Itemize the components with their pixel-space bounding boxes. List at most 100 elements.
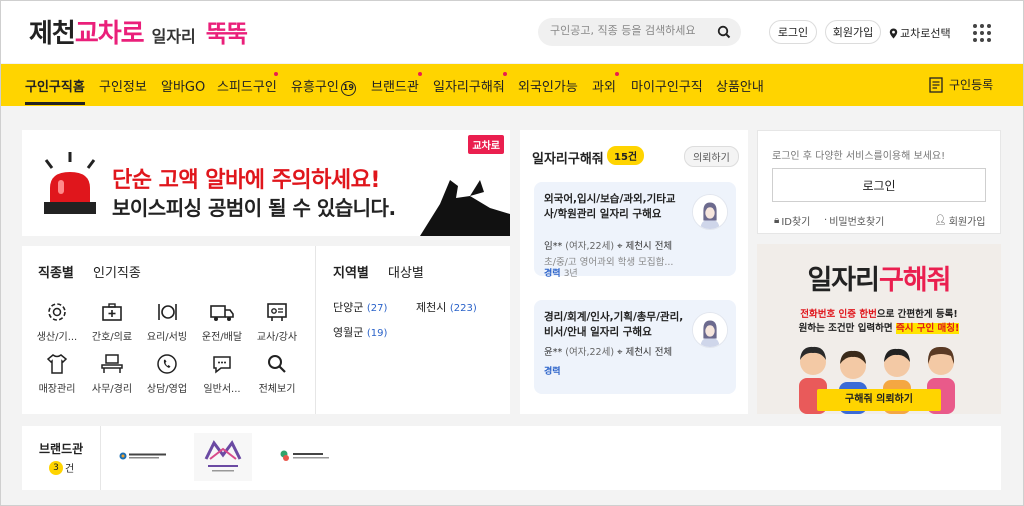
- nav-foreigner[interactable]: 외국인가능: [518, 76, 578, 95]
- brand-divider: [100, 426, 101, 490]
- shadow-figure-illustration: [420, 180, 510, 236]
- lock-icon: 🔒︎: [774, 215, 780, 226]
- nav-tutoring[interactable]: 과외: [592, 76, 616, 95]
- ad-subtitle-1: 전화번호 인증 한번으로 간편한게 등록!: [800, 309, 958, 320]
- logo-text-ttuk: 뚝뚝: [205, 20, 248, 48]
- seeker-card-meta: 임** (여자,22세) ⌖ 제천시 전체: [544, 241, 673, 252]
- category-label: 교사/강사: [256, 332, 298, 343]
- voice-phishing-banner[interactable]: 교차로 단순 고액 알바에 주의하세요! 보이스피싱 공범이 될 수 있습니다.: [22, 130, 510, 236]
- brand-logo-daemyung[interactable]: [118, 446, 168, 466]
- category-cooking[interactable]: 요리/서빙: [140, 298, 194, 343]
- category-office[interactable]: 사무/경리: [85, 350, 139, 395]
- login-message: 로그인 후 다양한 서비스를이용해 보세요!: [772, 151, 946, 162]
- category-medical[interactable]: 간호/의료: [85, 298, 139, 343]
- ad-subtitle-2: 원하는 조건만 입력하면 즉시 구인 매칭!: [798, 323, 960, 334]
- brand-logo-jecheon[interactable]: [278, 446, 332, 466]
- category-panel: 직종별 인기직종 생산/기... 간호/의료 요리/서빙 운전/배달 교사/강사…: [22, 246, 510, 414]
- location-pin-icon: ⌖: [617, 241, 623, 252]
- avatar: [692, 312, 728, 348]
- tab-by-region[interactable]: 지역별: [331, 262, 371, 281]
- tab-popular-jobs[interactable]: 인기직종: [93, 262, 141, 281]
- gear-icon: [48, 303, 66, 321]
- phone-chat-icon: [157, 354, 177, 374]
- category-production[interactable]: 생산/기...: [30, 298, 84, 343]
- brand-section: 브랜드관 3건: [22, 426, 1001, 490]
- banner-brand-tag: 교차로: [468, 135, 504, 154]
- shirt-icon: [46, 354, 68, 374]
- category-label: 간호/의료: [91, 332, 133, 343]
- truck-icon: [210, 305, 234, 321]
- category-view-all[interactable]: 전체보기: [250, 350, 304, 395]
- job-seekers-panel: 일자리구해줘 15건 의뢰하기 외국어,입시/보습/과외,기타교사/학원관리 일…: [520, 130, 748, 414]
- tab-by-target[interactable]: 대상별: [388, 262, 424, 281]
- chat-bubble-icon: [213, 356, 231, 374]
- job-register-label: 구인등록: [949, 78, 994, 92]
- office-desk-icon: [101, 354, 123, 373]
- new-dot: [274, 72, 278, 76]
- apps-grid-icon[interactable]: [973, 24, 991, 42]
- category-driving[interactable]: 운전/배달: [195, 298, 249, 343]
- nav-alba-go[interactable]: 알바GO: [161, 76, 205, 95]
- age-19-badge: 19: [340, 81, 356, 96]
- new-dot: [418, 72, 422, 76]
- category-store-management[interactable]: 매장관리: [30, 350, 84, 395]
- category-teacher[interactable]: 교사/강사: [250, 298, 304, 343]
- brand-logo-cheongpung[interactable]: [194, 433, 252, 481]
- seeker-card-experience: 경력 3년: [544, 269, 578, 279]
- panel-signup-link[interactable]: 👤︎ 회원가입: [934, 213, 986, 228]
- nav-my-page[interactable]: 마이구인구직: [631, 76, 703, 95]
- location-pin-icon: ⌖: [617, 347, 623, 358]
- nav-entertainment-hiring[interactable]: 유흥구인 19: [291, 76, 356, 96]
- find-me-job-ad[interactable]: 일자리구해줘 전화번호 인증 한번으로 간편한게 등록! 원하는 조건만 입력하…: [757, 244, 1001, 414]
- category-label: 일반서...: [203, 384, 241, 395]
- job-seekers-count-badge: 15건: [607, 146, 645, 165]
- seeker-card-meta: 윤** (여자,22세) ⌖ 제천시 전체: [544, 347, 673, 358]
- category-general-service[interactable]: 일반서...: [195, 350, 249, 395]
- nav-brand[interactable]: 브랜드관: [371, 76, 419, 95]
- job-seekers-title[interactable]: 일자리구해줘: [532, 148, 604, 167]
- category-sales[interactable]: 상담/영업: [140, 350, 194, 395]
- seeker-card[interactable]: 외국어,입시/보습/과외,기타교사/학원관리 일자리 구해요 임** (여자,2…: [534, 182, 736, 279]
- search-input[interactable]: [550, 24, 715, 37]
- region-link-danyang[interactable]: 단양군 (27): [333, 299, 387, 315]
- main-nav: 구인구직홈 구인정보 알바GO 스피드구인 유흥구인 19 브랜드관 일자리구해줘…: [1, 64, 1023, 106]
- region-link-yeongwol[interactable]: 영월군 (19): [333, 324, 387, 340]
- banner-headline: 단순 고액 알바에 주의하세요!: [112, 168, 380, 193]
- nav-home[interactable]: 구인구직홈: [25, 76, 85, 95]
- request-button[interactable]: 의뢰하기: [684, 146, 739, 167]
- panel-divider: [315, 246, 316, 414]
- login-button[interactable]: 로그인: [769, 20, 817, 44]
- tab-by-job-type[interactable]: 직종별: [36, 262, 76, 281]
- register-form-icon: [929, 76, 943, 93]
- nav-job-info[interactable]: 구인정보: [99, 76, 147, 95]
- seeker-card[interactable]: 경리/회계/인사,기획/총무/관리,비서/안내 일자리 구해요 윤** (여자,…: [534, 300, 736, 394]
- nav-products[interactable]: 상품안내: [716, 76, 764, 95]
- find-password-link[interactable]: · 비밀번호찾기: [824, 213, 884, 228]
- category-label: 운전/배달: [201, 332, 243, 343]
- person-icon: 👤︎: [934, 215, 947, 226]
- siren-icon: [44, 152, 96, 214]
- avatar: [692, 194, 728, 230]
- nav-speed-hiring[interactable]: 스피드구인: [217, 76, 277, 95]
- cheongpung-resort-logo-image: [204, 440, 242, 472]
- job-register-button[interactable]: 구인등록: [929, 76, 993, 93]
- search-icon[interactable]: [717, 25, 731, 39]
- ad-request-button[interactable]: 구해줘 의뢰하기: [817, 389, 941, 411]
- brand-count: 3건: [49, 460, 74, 475]
- region-select[interactable]: 교차로선택: [889, 25, 951, 41]
- category-label: 사무/경리: [91, 384, 133, 395]
- panel-login-button[interactable]: 로그인: [772, 168, 986, 202]
- signup-button[interactable]: 회원가입: [825, 20, 881, 44]
- site-logo[interactable]: 제천 교차로 일자리 뚝뚝: [29, 13, 248, 50]
- nav-find-me-job[interactable]: 일자리구해줘: [433, 76, 505, 95]
- ad-title: 일자리구해줘: [807, 265, 951, 296]
- seeker-card-title: 외국어,입시/보습/과외,기타교사/학원관리 일자리 구해요: [544, 193, 676, 220]
- search-icon: [268, 355, 286, 373]
- nav-entertainment-label: 유흥구인: [291, 80, 339, 95]
- new-dot: [503, 72, 507, 76]
- new-dot: [615, 72, 619, 76]
- seeker-card-title: 경리/회계/인사,기획/총무/관리,비서/안내 일자리 구해요: [544, 311, 684, 338]
- region-link-jecheon[interactable]: 제천시 (223): [416, 299, 477, 315]
- find-id-link[interactable]: 🔒︎ ID찾기: [774, 213, 810, 228]
- medical-kit-icon: [102, 303, 122, 321]
